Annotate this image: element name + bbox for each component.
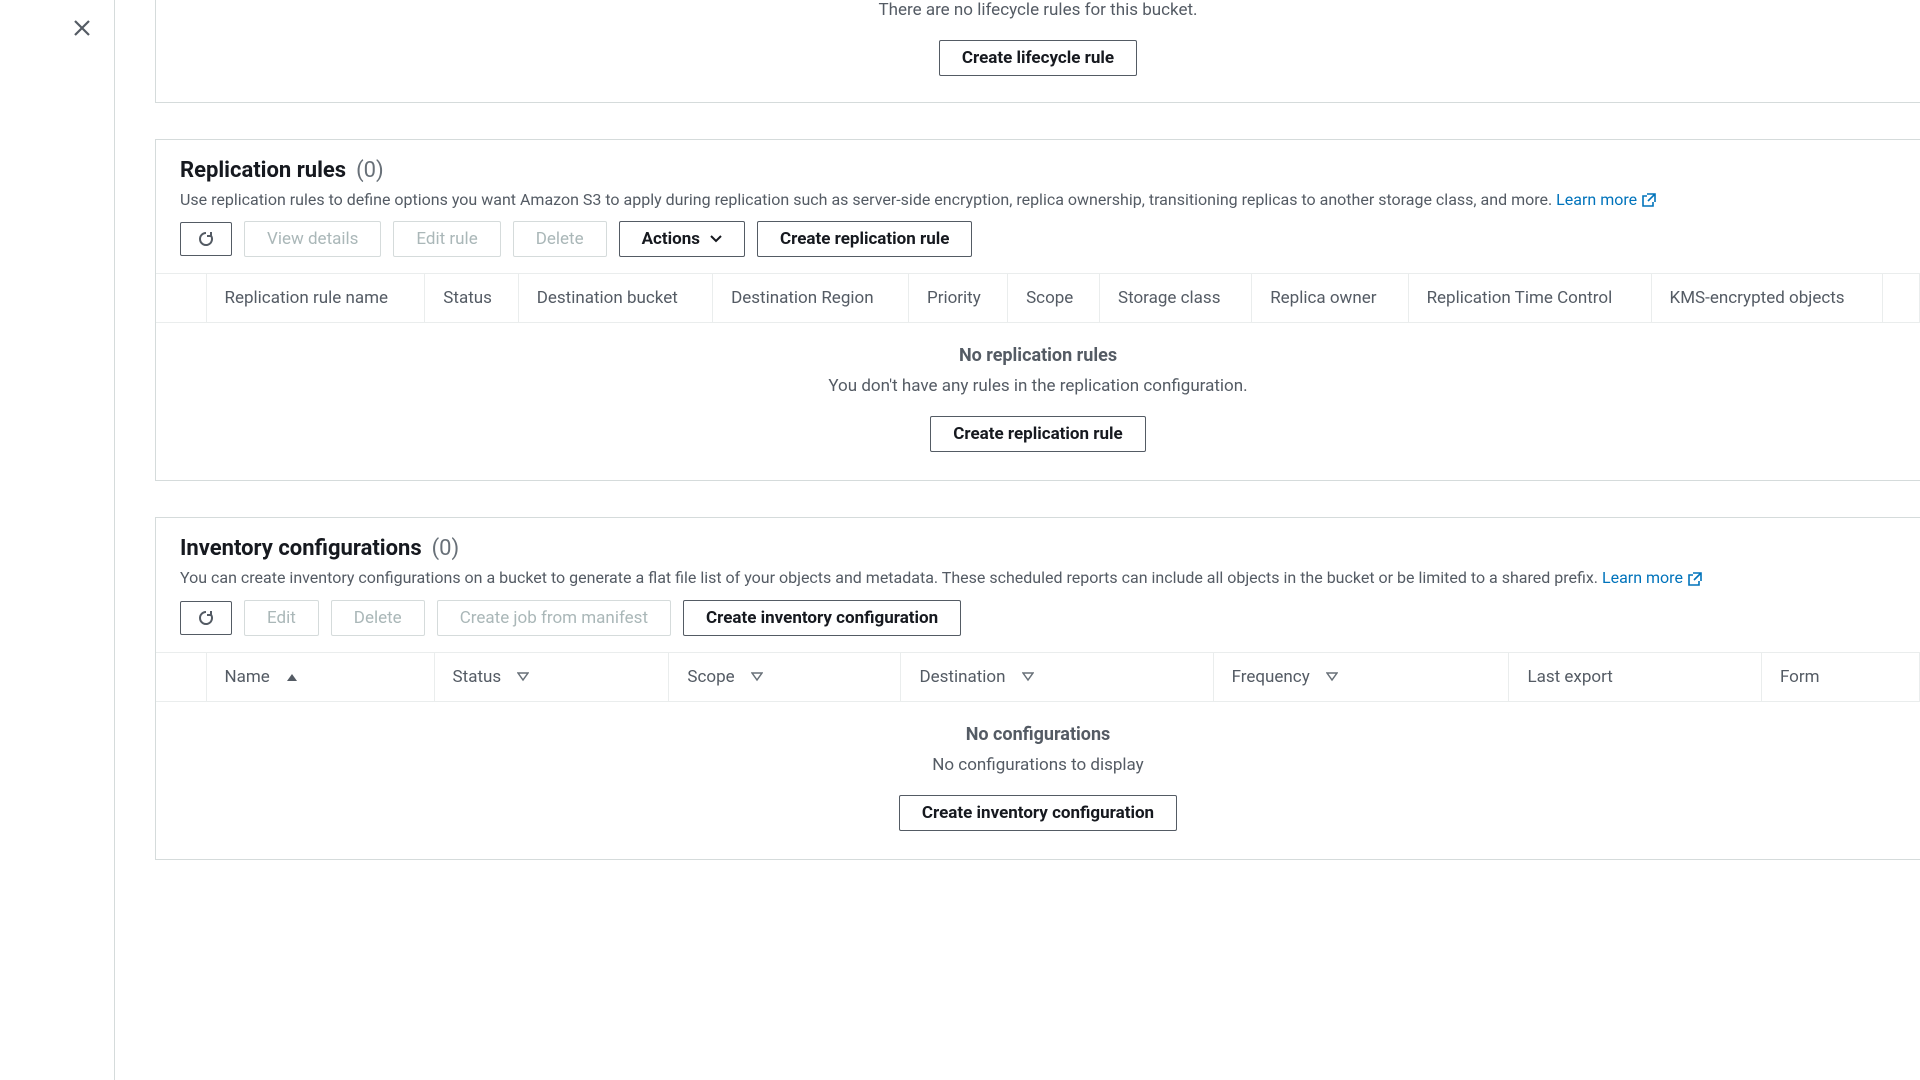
inventory-table: Name Status Scope bbox=[156, 652, 1920, 702]
lifecycle-panel-bottom: There are no lifecycle rules for this bu… bbox=[155, 0, 1920, 103]
inventory-count: (0) bbox=[432, 536, 460, 561]
refresh-button[interactable] bbox=[180, 222, 232, 256]
refresh-button[interactable] bbox=[180, 601, 232, 635]
create-inventory-config-button[interactable]: Create inventory configuration bbox=[683, 600, 961, 636]
create-job-button: Create job from manifest bbox=[437, 600, 671, 636]
create-replication-rule-empty-button[interactable]: Create replication rule bbox=[930, 416, 1145, 452]
col-destination[interactable]: Destination bbox=[901, 652, 1213, 701]
sort-icon bbox=[751, 672, 763, 682]
replication-panel: Replication rules (0) Use replication ru… bbox=[155, 139, 1920, 481]
replication-count: (0) bbox=[356, 158, 384, 183]
replication-table: Replication rule name Status Destination… bbox=[156, 273, 1920, 323]
sidebar: s Points oints or S3 ettings for ttings … bbox=[0, 0, 115, 1080]
edit-rule-button: Edit rule bbox=[393, 221, 500, 257]
chevron-down-icon bbox=[710, 235, 722, 243]
replication-empty-sub: You don't have any rules in the replicat… bbox=[156, 376, 1920, 396]
replication-toolbar: View details Edit rule Delete Actions Cr… bbox=[156, 221, 1920, 273]
col-storage-class[interactable]: Storage class bbox=[1100, 274, 1252, 323]
external-link-icon bbox=[1687, 571, 1703, 587]
col-scope[interactable]: Scope bbox=[1008, 274, 1100, 323]
col-status[interactable]: Status bbox=[434, 652, 669, 701]
inventory-empty: No configurations No configurations to d… bbox=[156, 702, 1920, 859]
col-kms[interactable]: KMS-encrypted objects bbox=[1651, 274, 1882, 323]
sort-icon bbox=[1022, 672, 1034, 682]
sort-icon bbox=[1326, 672, 1338, 682]
view-details-button: View details bbox=[244, 221, 381, 257]
col-status[interactable]: Status bbox=[425, 274, 518, 323]
delete-button: Delete bbox=[513, 221, 607, 257]
col-name[interactable]: Name bbox=[206, 652, 434, 701]
col-scope[interactable]: Scope bbox=[669, 652, 901, 701]
col-rtc[interactable]: Replication Time Control bbox=[1408, 274, 1651, 323]
replication-empty-title: No replication rules bbox=[156, 345, 1920, 366]
delete-button: Delete bbox=[331, 600, 425, 636]
sort-icon bbox=[517, 672, 529, 682]
create-replication-rule-button[interactable]: Create replication rule bbox=[757, 221, 972, 257]
create-inventory-config-empty-button[interactable]: Create inventory configuration bbox=[899, 795, 1177, 831]
inventory-panel: Inventory configurations (0) You can cre… bbox=[155, 517, 1920, 859]
inventory-empty-sub: No configurations to display bbox=[156, 755, 1920, 775]
replication-desc: Use replication rules to define options … bbox=[180, 189, 1896, 211]
external-link-icon bbox=[1641, 192, 1657, 208]
col-format[interactable]: Form bbox=[1761, 652, 1919, 701]
replication-learn-more-link[interactable]: Learn more bbox=[1556, 189, 1657, 211]
col-dest-region[interactable]: Destination Region bbox=[713, 274, 909, 323]
refresh-icon bbox=[197, 230, 215, 248]
close-icon[interactable] bbox=[72, 18, 92, 38]
create-lifecycle-rule-button[interactable]: Create lifecycle rule bbox=[939, 40, 1137, 76]
refresh-icon bbox=[197, 609, 215, 627]
replication-title: Replication rules bbox=[180, 158, 346, 183]
col-replica-owner[interactable]: Replica owner bbox=[1252, 274, 1408, 323]
col-last-export[interactable]: Last export bbox=[1509, 652, 1762, 701]
actions-dropdown[interactable]: Actions bbox=[619, 221, 745, 257]
inventory-learn-more-link[interactable]: Learn more bbox=[1602, 567, 1703, 589]
inventory-toolbar: Edit Delete Create job from manifest Cre… bbox=[156, 600, 1920, 652]
inventory-desc: You can create inventory configurations … bbox=[180, 567, 1896, 589]
edit-button: Edit bbox=[244, 600, 319, 636]
replication-empty: No replication rules You don't have any … bbox=[156, 323, 1920, 480]
col-frequency[interactable]: Frequency bbox=[1213, 652, 1509, 701]
col-rule-name[interactable]: Replication rule name bbox=[206, 274, 425, 323]
inventory-title: Inventory configurations bbox=[180, 536, 422, 561]
col-dest-bucket[interactable]: Destination bucket bbox=[518, 274, 712, 323]
col-priority[interactable]: Priority bbox=[908, 274, 1007, 323]
inventory-empty-title: No configurations bbox=[156, 724, 1920, 745]
sort-asc-icon bbox=[286, 672, 298, 682]
lifecycle-empty-text: There are no lifecycle rules for this bu… bbox=[156, 0, 1920, 20]
